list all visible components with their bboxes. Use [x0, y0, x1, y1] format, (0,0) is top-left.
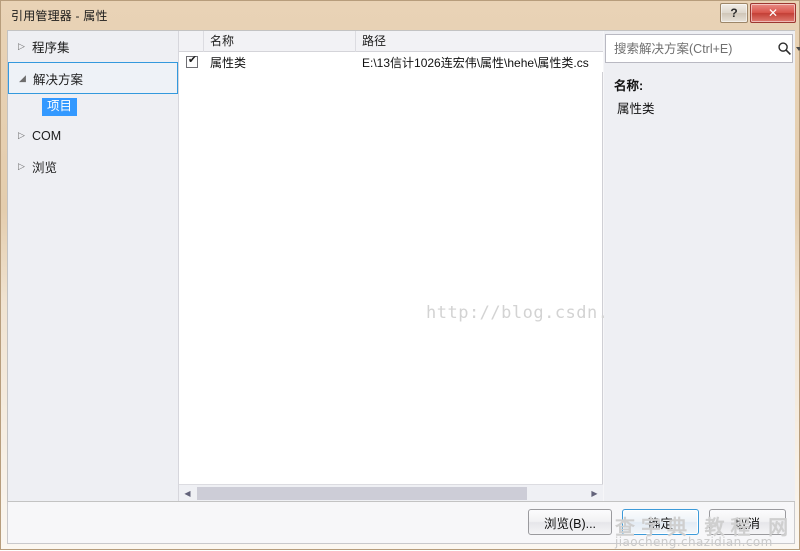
sidebar-item-label: 浏览: [32, 161, 58, 175]
scroll-right-arrow-icon[interactable]: ▶: [586, 485, 603, 502]
chevron-down-icon[interactable]: [796, 46, 800, 51]
chevron-down-icon: ◢: [19, 72, 26, 83]
detail-name-label: 名称:: [614, 79, 644, 93]
scrollbar-thumb[interactable]: [197, 486, 527, 500]
ok-button[interactable]: 确定: [622, 509, 699, 535]
column-header-path[interactable]: 路径: [356, 31, 602, 52]
footer-button-group: 浏览(B)... 确定 取消: [528, 509, 786, 535]
column-header-check[interactable]: [179, 30, 204, 52]
dialog-client-area: ▷ 程序集 ◢ 解决方案 项目 ▷ COM ▷ 浏览 名称 路径 ✔ 属性类 E…: [7, 30, 800, 502]
sidebar-item-browse[interactable]: ▷ 浏览: [8, 151, 178, 182]
search-icon[interactable]: [777, 41, 792, 56]
detail-panel: 名称: 属性类: [604, 31, 800, 501]
column-header-name[interactable]: 名称: [204, 30, 356, 52]
checkbox-checked-icon[interactable]: [185, 56, 199, 68]
chevron-right-icon: ▷: [18, 41, 25, 51]
sidebar-item-label: 程序集: [32, 41, 70, 55]
category-tree: ▷ 程序集 ◢ 解决方案 项目 ▷ COM ▷ 浏览: [8, 31, 179, 501]
horizontal-scrollbar[interactable]: ◀ ▶: [179, 484, 603, 501]
dialog-footer: 浏览(B)... 确定 取消: [7, 502, 795, 544]
scroll-left-arrow-icon[interactable]: ◀: [179, 485, 196, 502]
sidebar-item-solution[interactable]: ◢ 解决方案: [8, 62, 178, 94]
sidebar-item-projects[interactable]: 项目: [8, 94, 178, 120]
browse-button[interactable]: 浏览(B)...: [528, 509, 612, 535]
detail-name-value: 属性类: [617, 102, 655, 116]
cancel-button[interactable]: 取消: [709, 509, 786, 535]
sidebar-item-label: 项目: [42, 98, 78, 116]
row-name: 属性类: [210, 55, 247, 70]
list-header-row: 名称 路径: [179, 30, 603, 52]
table-row[interactable]: 属性类 E:\13信计1026连宏伟\属性\hehe\属性类.cs: [179, 52, 603, 72]
sidebar-item-com[interactable]: ▷ COM: [8, 120, 178, 151]
chevron-right-icon: ▷: [18, 130, 25, 140]
help-button[interactable]: ?: [720, 3, 748, 23]
row-path: E:\13信计1026连宏伟\属性\hehe\属性类.cs: [362, 55, 589, 70]
detail-body: 名称: 属性类: [614, 75, 789, 117]
chevron-right-icon: ▷: [18, 161, 25, 171]
reference-list-panel: 名称 路径 属性类 E:\13信计1026连宏伟\属性\hehe\属性类.cs …: [179, 30, 758, 501]
caption-button-group: ? ✕: [720, 3, 796, 23]
sidebar-item-label: 解决方案: [33, 72, 84, 87]
search-box[interactable]: [605, 34, 800, 63]
search-input[interactable]: [612, 40, 777, 57]
sidebar-item-label: COM: [32, 128, 62, 143]
row-checkbox-cell[interactable]: [179, 56, 204, 68]
close-button[interactable]: ✕: [750, 3, 796, 23]
title-bar[interactable]: 引用管理器 - 属性 ? ✕: [1, 1, 800, 29]
window-title: 引用管理器 - 属性: [11, 9, 108, 23]
sidebar-item-assemblies[interactable]: ▷ 程序集: [8, 31, 178, 62]
scrollbar-track[interactable]: [196, 485, 586, 502]
dialog-window: 引用管理器 - 属性 ? ✕ ▷ 程序集 ◢ 解决方案 项目 ▷ COM ▷ 浏…: [0, 0, 800, 550]
